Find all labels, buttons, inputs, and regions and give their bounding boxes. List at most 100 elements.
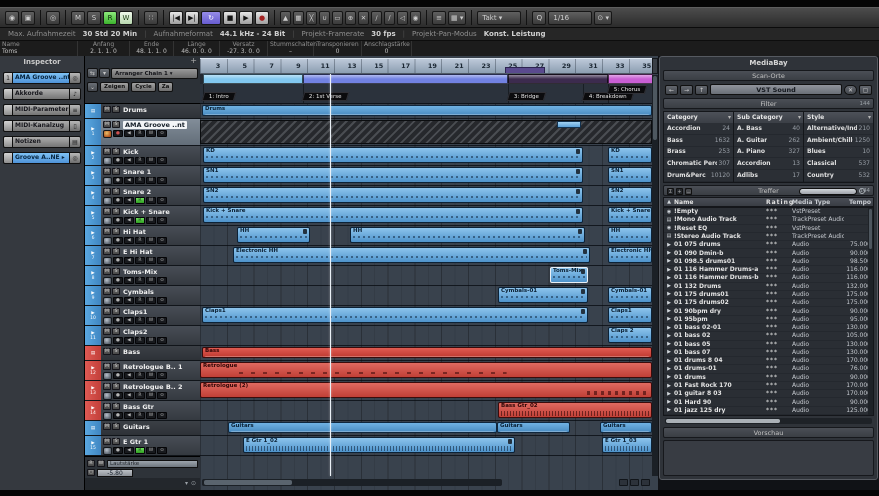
audio-part[interactable]: Claps 2 — [608, 327, 652, 343]
up-button[interactable]: ↑ — [695, 85, 708, 95]
solo-button[interactable]: S — [112, 188, 120, 195]
audio-part[interactable]: KD — [203, 147, 583, 163]
info-field-transponieren[interactable]: Transponieren0 — [314, 41, 362, 56]
solo-button[interactable]: S — [112, 148, 120, 155]
monitor-button[interactable]: ◀ — [124, 277, 134, 284]
track-row-e-hi-hat[interactable]: ▶7MSE Hi Hat●◀RW⊙ — [85, 246, 200, 266]
folder-part[interactable]: Guitars — [228, 422, 497, 433]
info-field-name[interactable]: NameToms — [0, 41, 78, 56]
info-field-länge[interactable]: Länge46. 0. 0. 0 — [174, 41, 220, 56]
edit-channel-button[interactable]: ⊙ — [157, 217, 167, 224]
global-w-button[interactable]: W — [119, 11, 133, 25]
filter-value-row[interactable]: Country532 — [804, 170, 873, 182]
filter-value-row[interactable]: A. Bass40 — [734, 123, 803, 135]
marker-flag[interactable]: 5: Chorus — [607, 85, 648, 94]
sort-icon[interactable]: ▾ — [99, 68, 110, 78]
filter-value-row[interactable]: Blues10 — [804, 147, 873, 159]
result-row[interactable]: ▶01 Hard 90***Audio90.000 — [664, 398, 873, 406]
record-enable-button[interactable]: ● — [113, 197, 123, 204]
result-row[interactable]: ▶01 bass 02***Audio105.000 — [664, 332, 873, 340]
filter-value-row[interactable]: A. Piano327 — [734, 147, 803, 159]
write-automation-button[interactable]: W — [146, 412, 156, 419]
mute-button[interactable]: M — [103, 423, 111, 430]
record-button[interactable]: ● — [255, 11, 269, 25]
filter-value-row[interactable]: Drum&Perc10120 — [664, 170, 733, 182]
monitor-button[interactable]: ◀ — [124, 372, 134, 379]
filter-value-row[interactable]: Accordion24 — [664, 123, 733, 135]
inspector-section-icon[interactable]: ♪ — [70, 88, 81, 100]
audio-part[interactable]: Electronic HH — [608, 247, 652, 263]
marker-flag[interactable]: 2: 1st Verse — [302, 92, 349, 101]
result-row[interactable]: ▶01 90bpm dry***Audio90.000 — [664, 307, 873, 315]
erase-tool[interactable]: ▭ — [332, 11, 343, 25]
list-view-icon[interactable]: ▤ — [685, 188, 692, 195]
inspector-section-icon[interactable]: ▯ — [70, 120, 81, 132]
audio-part[interactable]: HH — [350, 227, 585, 243]
track-row-claps2[interactable]: ▶11MSClaps2●◀RW⊙ — [85, 326, 200, 346]
filter-column-header[interactable]: Style▾ — [804, 112, 873, 123]
read-automation-button[interactable]: R — [135, 447, 145, 454]
track-row-retrologue-b-2[interactable]: ▶13MSRetrologue B.. 2●◀RW⊙ — [85, 381, 200, 401]
solo-button[interactable]: S — [112, 348, 120, 355]
result-row[interactable]: ▶01 drums***Audio90.000 — [664, 374, 873, 382]
results-header[interactable]: TrefferΣ+▤144 — [663, 185, 874, 196]
column-header-rating[interactable]: Rating — [766, 199, 792, 206]
arranger-chain-dropdown[interactable]: Arranger Chain 1 ▾ — [111, 68, 198, 79]
result-row[interactable]: ▶01 Fast Rock 170***Audio170.000 — [664, 382, 873, 390]
write-automation-button[interactable]: W — [146, 257, 156, 264]
monitor-button[interactable]: ◀ — [124, 177, 134, 184]
mute-button[interactable]: M — [103, 168, 111, 175]
write-automation-button[interactable]: W — [97, 460, 105, 467]
solo-button[interactable]: S — [112, 308, 120, 315]
edit-channel-button[interactable]: ⊙ — [157, 130, 167, 137]
filter-value-row[interactable]: Ambient/ChillOut1250 — [804, 135, 873, 147]
monitor-button[interactable]: ◀ — [124, 392, 134, 399]
results-scroll-thumb[interactable] — [869, 209, 872, 249]
read-automation-button[interactable]: R — [135, 317, 145, 324]
filter-value-row[interactable]: Classical537 — [804, 158, 873, 170]
mute-button[interactable]: M — [103, 121, 111, 128]
inspector-section-icon[interactable]: ▤ — [70, 136, 81, 148]
arranger-section-3[interactable] — [508, 74, 608, 84]
add-track-button[interactable]: + — [190, 56, 197, 65]
solo-button[interactable]: S — [112, 228, 120, 235]
mute-button[interactable]: M — [103, 348, 111, 355]
draw-tool[interactable]: / — [371, 11, 382, 25]
result-row[interactable]: ▶01 bass 02-01***Audio130.000 — [664, 324, 873, 332]
monitor-button[interactable]: ◀ — [124, 130, 134, 137]
monitor-button[interactable]: ◀ — [124, 317, 134, 324]
audio-part[interactable]: HH — [608, 227, 652, 243]
inspector-section-ama-groove-nth[interactable]: 1AMA Groove ..ntH◎ — [3, 72, 81, 84]
solo-button[interactable]: S — [112, 383, 120, 390]
audio-part[interactable]: Claps1 — [608, 307, 652, 323]
add-filter-icon[interactable]: + — [676, 188, 683, 195]
monitor-button[interactable]: ◀ — [124, 447, 134, 454]
monitor-button[interactable]: ◀ — [124, 412, 134, 419]
record-enable-button[interactable]: ● — [113, 372, 123, 379]
edit-channel-button[interactable]: ⊙ — [157, 257, 167, 264]
record-enable-button[interactable]: ● — [113, 412, 123, 419]
info-field-ende[interactable]: Ende48. 1. 1. 0 — [130, 41, 174, 56]
mute-button[interactable]: M — [103, 268, 111, 275]
result-row[interactable]: ▶01 116 Hammer Drums-b***Audio116.000 — [664, 274, 873, 282]
track-settings-icon[interactable]: ⊙ — [191, 480, 196, 487]
read-automation-button[interactable]: R — [135, 297, 145, 304]
write-automation-button[interactable]: W — [146, 297, 156, 304]
quantize-icon[interactable]: Q — [532, 11, 546, 25]
object-selection-tool[interactable]: ▲ — [280, 11, 291, 25]
activate-project-button[interactable]: ◉ — [5, 11, 19, 25]
pan-button[interactable]: ▢ — [87, 469, 95, 476]
track-row-kick-snare[interactable]: ▶5MSKick + Snare●◀RW⊙ — [85, 206, 200, 226]
solo-button[interactable]: S — [112, 328, 120, 335]
solo-button[interactable]: S — [112, 106, 120, 113]
color-tool[interactable]: ◉ — [410, 11, 421, 25]
global-m-button[interactable]: M — [71, 11, 85, 25]
clear-button[interactable]: ✕ — [844, 85, 857, 95]
record-enable-button[interactable]: ● — [113, 337, 123, 344]
result-row[interactable]: ▶01 guitar 8 03***Audio170.000 — [664, 390, 873, 398]
audio-part[interactable]: Kick + Snare — [608, 207, 652, 223]
results-horizontal-scrollbar[interactable] — [665, 418, 872, 424]
column-header-name[interactable]: Name — [674, 199, 766, 206]
audio-part[interactable]: Claps1 — [202, 307, 588, 323]
track-visibility-icon[interactable]: ⇆ — [87, 68, 98, 78]
